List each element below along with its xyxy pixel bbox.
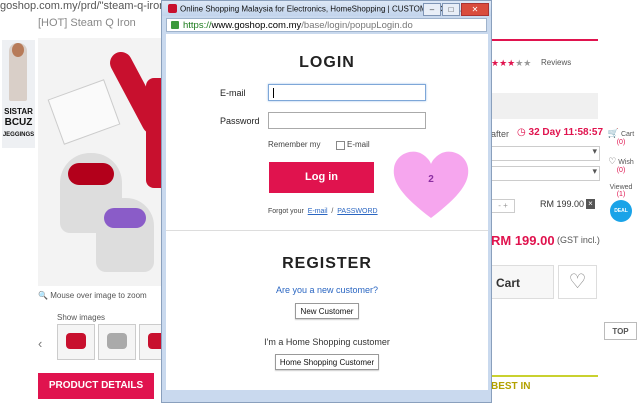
cart-icon: 🛒 [607,128,620,138]
quick-cart-label: Cart [620,131,635,138]
password-label: Password [220,116,260,126]
register-heading: REGISTER [282,255,372,272]
side-ad-banner[interactable]: SISTAR BCUZ JEGGINGS [2,40,35,148]
url-domain: www.goshop.com.my [211,20,302,31]
forgot-email-link[interactable]: E-mail [308,208,328,215]
countdown-text: 32 Day 11:58:57 [528,127,604,138]
magnifier-icon: 🔍 [38,291,48,300]
password-field[interactable] [268,112,426,129]
breadcrumb: [HOT] Steam Q Iron [38,17,136,29]
product-thumbnail[interactable] [57,324,95,360]
login-heading: LOGIN [299,54,355,71]
quick-cart-count: (0) [616,139,626,146]
quick-viewed-count: (1) [616,191,626,198]
forgot-separator: / [331,208,334,215]
product-main-image[interactable] [38,38,168,286]
info-box [491,93,598,119]
url-scheme: https:// [183,20,212,31]
rating-stars: ★★★★★ [491,58,532,68]
text-caret [273,88,274,98]
add-to-cart-button[interactable]: Cart [491,265,554,299]
quick-viewed-label: Viewed [609,184,633,191]
forgot-prefix: Forgot your [268,208,304,215]
heart-icon: ♡ [608,156,617,166]
annotation-number: 2 [428,174,434,185]
zoom-hint-text: Mouse over image to zoom [50,291,147,300]
quick-wish-count: (0) [616,167,626,174]
quick-wish[interactable]: ♡ Wish (0) [604,156,638,174]
unit-price: RM 199.00 [540,199,585,209]
back-to-top-button[interactable]: TOP [604,322,637,340]
url-path: /base/login/popupLogin.do [301,20,413,31]
purple-paddle-shape [96,198,154,272]
forgot-password-link[interactable]: PASSWORD [337,208,377,215]
remove-icon[interactable]: × [586,199,595,209]
maximize-button[interactable]: □ [442,3,460,16]
deal-badge[interactable]: DEAL [610,200,632,222]
zoom-hint: 🔍 Mouse over image to zoom [38,291,147,300]
right-top-divider [491,39,598,41]
product-details-tab[interactable]: PRODUCT DETAILS [38,373,154,399]
best-in-heading: BEST IN [491,375,598,392]
quick-cart[interactable]: 🛒 Cart (0) [604,128,638,146]
login-popup-window: Online Shopping Malaysia for Electronics… [161,0,492,403]
side-ad-line1: SISTAR [4,107,33,116]
quick-panel: 🛒 Cart (0) ♡ Wish (0) Viewed (1) DEAL [604,128,638,232]
remember-email-label[interactable]: E-mail [347,140,370,149]
heart-outline-icon: ♡ [568,271,587,293]
countdown-timer: ◷ 32 Day 11:58:57 [517,127,603,138]
gst-note: (GST incl.) [557,235,600,245]
total-price: RM 199.00 [491,233,555,248]
product-thumbnail[interactable] [98,324,136,360]
quantity-stepper[interactable]: - + [491,199,515,213]
forgot-links: Forgot your E-mail / PASSWORD [268,208,378,215]
show-images-label: Show images [57,313,106,322]
new-customer-question[interactable]: Are you a new customer? [166,285,488,295]
reviews-link[interactable]: Reviews [541,58,571,67]
heart-icon [393,151,469,218]
side-ad-line3: JEGGINGS [2,132,35,138]
iron-cloth-shape [47,79,121,145]
quick-viewed[interactable]: Viewed (1) DEAL [604,184,638,222]
email-field[interactable] [268,84,426,101]
option-select[interactable] [491,166,600,181]
popup-content: LOGIN E-mail Password Remember my E-mail… [166,34,488,390]
heart-annotation: 2 [390,148,472,222]
remember-email-checkbox[interactable] [336,141,345,150]
wishlist-button[interactable]: ♡ [558,265,597,299]
section-divider [166,230,488,231]
model-image [9,43,27,101]
countdown-prefix: after [491,129,510,139]
background-url-text: goshop.com.my/prd/"steam-q-iron [0,0,166,12]
minimize-button[interactable]: – [423,3,441,16]
chevron-left-icon[interactable]: ‹ [38,336,42,351]
home-shopping-customer-button[interactable]: Home Shopping Customer [275,354,379,370]
email-label: E-mail [220,88,246,98]
popup-window-title: Online Shopping Malaysia for Electronics… [180,4,464,14]
login-button[interactable]: Log in [269,162,374,193]
home-shopping-question: I'm a Home Shopping customer [264,337,390,347]
window-controls: – □ ✕ [422,2,489,16]
new-customer-button[interactable]: New Customer [295,303,359,319]
close-button[interactable]: ✕ [461,3,489,16]
lock-icon [171,21,179,30]
remember-label: Remember my [268,140,321,149]
option-select[interactable] [491,146,600,161]
popup-bottom-frame [162,390,491,402]
side-ad-line2: BCUZ [4,117,33,128]
quick-wish-label: Wish [618,159,634,166]
popup-title-bar[interactable]: Online Shopping Malaysia for Electronics… [162,1,491,16]
site-favicon-icon [168,4,177,14]
clock-icon: ◷ [517,127,526,138]
address-bar[interactable]: https://www.goshop.com.my/base/login/pop… [166,18,487,32]
